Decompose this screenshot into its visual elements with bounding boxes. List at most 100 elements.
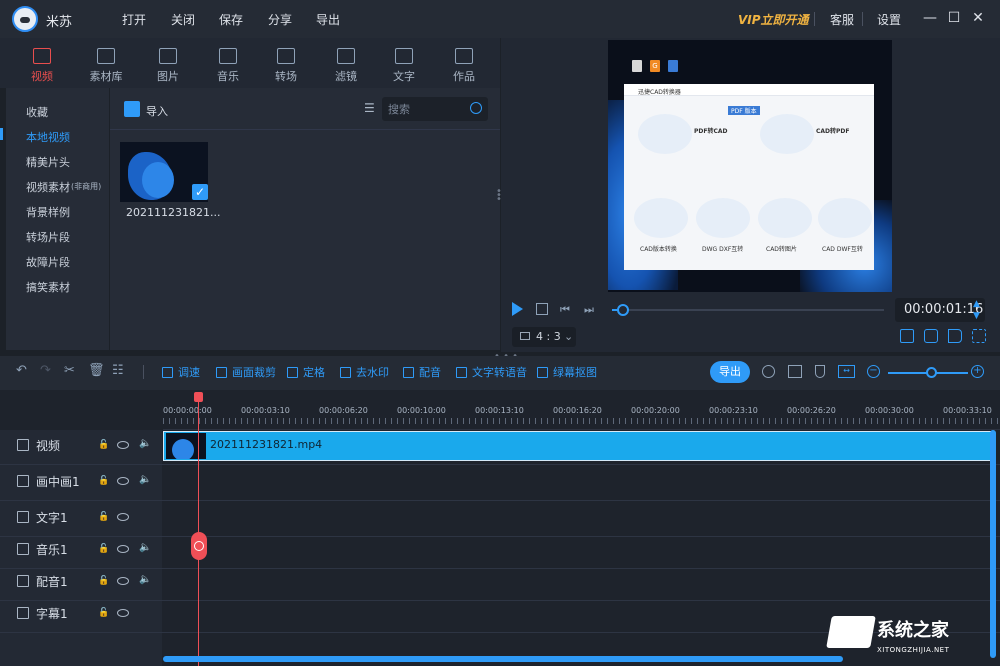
seek-bar[interactable]: [612, 309, 884, 311]
settings-button[interactable]: 设置: [877, 11, 901, 28]
stop-icon[interactable]: [536, 303, 548, 315]
fit-screen-icon[interactable]: [900, 329, 914, 343]
fit-timeline-icon[interactable]: ↔: [838, 365, 855, 378]
track-name: 配音1: [36, 575, 68, 589]
prev-frame-icon[interactable]: ⏮: [560, 303, 572, 316]
category-item[interactable]: 收藏: [26, 104, 48, 120]
eye-icon[interactable]: [117, 513, 129, 521]
tool-button[interactable]: 配音: [403, 364, 441, 380]
volume-icon[interactable]: [948, 329, 962, 343]
search-input[interactable]: [388, 101, 468, 117]
track-name: 字幕1: [36, 607, 68, 621]
marker-icon[interactable]: [815, 365, 825, 378]
tool-button[interactable]: 文字转语音: [456, 364, 527, 380]
maximize-icon[interactable]: ☐: [946, 10, 962, 26]
menu-close[interactable]: 关闭: [171, 11, 195, 28]
menu-export[interactable]: 导出: [316, 11, 340, 28]
watermark-title: 系统之家: [877, 620, 949, 641]
speaker-icon[interactable]: 🔈: [139, 474, 151, 486]
search-icon[interactable]: [470, 102, 482, 114]
scissors-icon[interactable]: ✂: [64, 364, 78, 378]
settings-icon[interactable]: ☷: [112, 364, 126, 378]
sort-icon[interactable]: ☰: [364, 101, 376, 115]
eye-icon[interactable]: [117, 545, 129, 553]
tab-4[interactable]: 转场: [256, 46, 316, 86]
eye-icon[interactable]: [117, 609, 129, 617]
import-button[interactable]: 导入: [146, 103, 168, 119]
speaker-icon[interactable]: 🔈: [139, 438, 151, 450]
check-icon[interactable]: ✓: [192, 184, 208, 200]
playhead-handle[interactable]: [194, 392, 203, 402]
lock-icon[interactable]: 🔓: [98, 476, 109, 486]
undo-icon[interactable]: ↶: [16, 364, 30, 378]
zoom-in-icon[interactable]: +: [971, 365, 984, 378]
lock-icon[interactable]: 🔓: [98, 512, 109, 522]
lock-icon[interactable]: 🔓: [98, 576, 109, 586]
zoom-handle[interactable]: [926, 367, 937, 378]
zoom-out-icon[interactable]: −: [867, 365, 880, 378]
tab-6[interactable]: 文字: [374, 46, 434, 86]
eye-icon[interactable]: [117, 441, 129, 449]
tool-button[interactable]: 画面裁剪: [216, 364, 276, 380]
snapshot-icon[interactable]: [924, 329, 938, 343]
chevron-up-icon[interactable]: ▲: [973, 299, 980, 309]
customer-service-button[interactable]: 客服: [830, 11, 854, 28]
category-item[interactable]: 故障片段: [26, 254, 70, 270]
category-item[interactable]: 视频素材: [26, 179, 70, 195]
category-item[interactable]: 精美片头: [26, 154, 70, 170]
preview-card-title: PDF转CAD: [694, 128, 728, 135]
eye-icon[interactable]: [117, 577, 129, 585]
playhead[interactable]: [198, 396, 199, 666]
app-name: 米苏: [46, 15, 73, 30]
horizontal-scrollbar[interactable]: [163, 656, 843, 662]
next-frame-icon[interactable]: ⏭: [584, 303, 596, 316]
lock-icon[interactable]: 🔓: [98, 440, 109, 450]
tab-1[interactable]: 素材库: [76, 46, 136, 86]
tab-2[interactable]: 图片: [138, 46, 198, 86]
track-divider: [0, 536, 1000, 537]
palette-icon[interactable]: [762, 365, 775, 378]
menu-share[interactable]: 分享: [268, 11, 292, 28]
vip-upgrade-link[interactable]: VIP立即开通: [738, 11, 809, 28]
transition-icon: [277, 48, 295, 64]
tool-button[interactable]: 去水印: [340, 364, 389, 380]
chevron-down-icon[interactable]: ▼: [973, 311, 980, 321]
time-ruler[interactable]: 00:00:00:00 00:00:03:10 00:00:06:20 00:00:1…: [163, 396, 1000, 430]
play-icon[interactable]: [512, 302, 523, 316]
speaker-icon[interactable]: 🔈: [139, 542, 151, 554]
close-icon[interactable]: ✕: [970, 10, 986, 26]
category-item[interactable]: 转场片段: [26, 229, 70, 245]
seek-handle[interactable]: [616, 304, 629, 316]
tab-0[interactable]: 视频: [12, 46, 72, 86]
tab-5[interactable]: 滤镜: [316, 46, 376, 86]
lock-icon[interactable]: 🔓: [98, 608, 109, 618]
fullscreen-icon[interactable]: [972, 329, 986, 343]
tool-button[interactable]: 定格: [287, 364, 325, 380]
video-editor-app: 米苏 打开 关闭 保存 分享 导出 VIP立即开通 客服 设置 — ☐ ✕ 视频…: [0, 0, 1000, 666]
tool-button[interactable]: 调速: [162, 364, 200, 380]
aspect-ratio-select[interactable]: 4 : 3 ⌄: [512, 327, 576, 347]
category-item[interactable]: 搞笑素材: [26, 279, 70, 295]
export-button[interactable]: 导出: [710, 361, 750, 383]
minimize-icon[interactable]: —: [922, 10, 938, 26]
tick-label: 00:00:00:00: [163, 406, 212, 415]
import-icon[interactable]: [124, 101, 140, 117]
panel-splitter[interactable]: • • •: [496, 187, 502, 205]
eye-icon[interactable]: [117, 477, 129, 485]
split-view-icon[interactable]: [788, 365, 802, 378]
menu-save[interactable]: 保存: [219, 11, 243, 28]
tool-icon: [216, 367, 227, 378]
tool-button[interactable]: 绿幕抠图: [537, 364, 597, 380]
category-item[interactable]: 背景样例: [26, 204, 70, 220]
menu-open[interactable]: 打开: [122, 11, 146, 28]
tab-label: 音乐: [217, 70, 239, 83]
trash-icon[interactable]: 🗑: [88, 364, 105, 378]
category-item[interactable]: 本地视频: [26, 129, 70, 145]
tab-3[interactable]: 音乐: [198, 46, 258, 86]
lock-icon[interactable]: 🔓: [98, 544, 109, 554]
speaker-icon[interactable]: 🔈: [139, 574, 151, 586]
record-marker[interactable]: [191, 532, 207, 560]
redo-icon[interactable]: ↷: [40, 364, 54, 378]
tab-7[interactable]: 作品: [434, 46, 494, 86]
search-box: [382, 97, 488, 121]
